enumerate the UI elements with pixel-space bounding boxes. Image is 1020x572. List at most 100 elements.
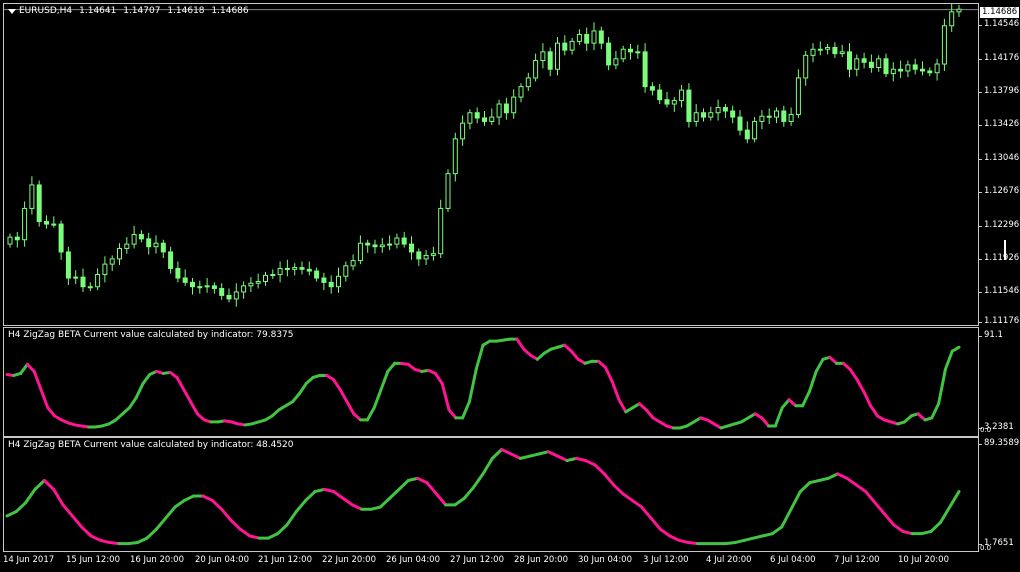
price-chart-pane[interactable]: EURUSD,H4 1.14641 1.14707 1.14618 1.1468… [3,3,979,326]
candle-body [591,30,597,44]
falling-segment [882,512,896,527]
candle-body [898,68,904,72]
dropdown-triangle-icon[interactable] [8,8,16,14]
indicator-1-title: H4 ZigZag BETA Current value calculated … [8,330,294,340]
rising-segment [801,390,811,408]
candle-body [248,282,254,287]
high-value: 1.14707 [123,6,161,16]
falling-segment [440,382,451,412]
rising-segment [141,372,152,386]
falling-segment [621,492,634,502]
price-tick: 1.13796 [977,86,1020,96]
falling-segment [331,378,342,392]
candle-body [868,61,874,69]
candle-body [774,110,779,118]
price-tick: 1.14176 [977,53,1020,63]
price-tick: 1.12676 [977,186,1020,196]
candle-body [759,115,765,122]
candle-body [628,48,633,53]
candle-body [306,268,312,272]
candle-body [321,277,327,283]
rising-segment [467,367,478,404]
open-value: 1.14641 [79,6,117,16]
zigzag-indicator-2-chart[interactable] [4,438,978,551]
rising-segment [182,494,196,502]
candle-body [518,86,524,98]
time-tick: 21 Jun 12:00 [258,555,312,565]
rising-segment [462,485,476,500]
candle-body [284,267,290,270]
rising-segment [461,400,471,420]
candlestick-chart[interactable] [4,4,978,325]
falling-segment [864,490,877,505]
falling-segment [229,518,242,531]
rising-segment [807,369,818,394]
candle-body [832,46,838,55]
rising-segment [291,392,301,404]
price-axis[interactable]: 1.14546 1.14176 1.13796 1.13426 1.13046 … [977,3,1020,326]
rising-segment [304,490,317,502]
candle-body [336,275,341,288]
indicator-1-max: 91.1 [978,330,1003,340]
rising-segment [938,505,952,525]
candle-body [839,51,845,55]
indicator-2-axis[interactable]: 89.3589 1.7651 [977,437,1020,550]
candle-body [606,42,612,66]
rising-segment [365,406,376,422]
close-value: 1.14686 [211,6,249,16]
falling-segment [556,454,569,463]
indicator-pane-2[interactable]: H4 ZigZag BETA Current value calculated … [3,437,979,552]
candle-body [533,60,539,79]
candle-body [430,253,436,256]
candle-body [190,281,195,288]
price-tick: 1.12296 [977,220,1020,230]
falling-segment [39,388,50,410]
candle-body [744,129,750,140]
candle-body [445,173,451,209]
time-tick: 27 Jun 12:00 [450,555,504,565]
candle-body [357,242,363,262]
candle-body [890,68,896,75]
falling-segment [845,476,858,487]
rising-segment [127,396,138,410]
candle-body [58,223,64,253]
falling-segment [433,371,444,386]
falling-segment [447,408,458,420]
candle-body [343,265,349,277]
candle-body [927,70,933,74]
rising-segment [937,367,947,406]
candle-body [372,244,378,248]
candle-body [722,107,728,112]
candle-body [452,138,458,175]
candle-body [562,42,568,51]
rising-segment [780,398,791,410]
falling-segment [569,349,580,361]
time-axis[interactable]: 14 Jun 2017 15 Jun 12:00 16 Jun 20:00 20… [0,551,1020,572]
candle-body [686,89,692,122]
candle-body [883,58,889,75]
price-tick: 1.14546 [977,19,1020,29]
indicator-1-axis[interactable]: 91.1 3.2381 [978,327,1020,435]
rising-segment [14,501,28,514]
candle-body [657,89,663,101]
time-tick: 6 Jul 04:00 [770,555,816,565]
candle-body [438,207,444,255]
falling-segment [760,416,771,428]
candle-body [138,234,144,240]
candle-body [525,77,531,88]
current-price-tag: 1.14686 [980,7,1020,18]
candle-body [416,251,422,260]
candle-body [766,115,772,118]
indicator-pane-1[interactable]: H4 ZigZag BETA Current value calculated … [3,327,979,437]
candle-body [379,244,385,248]
falling-segment [238,527,252,538]
candle-body [7,236,13,245]
candle-body [270,274,276,277]
candle-body [387,243,393,246]
candle-body [730,110,736,118]
falling-segment [500,448,513,456]
falling-segment [603,365,614,384]
candle-body [825,46,831,50]
zigzag-indicator-1-chart[interactable] [4,328,978,436]
candle-body [474,112,480,119]
